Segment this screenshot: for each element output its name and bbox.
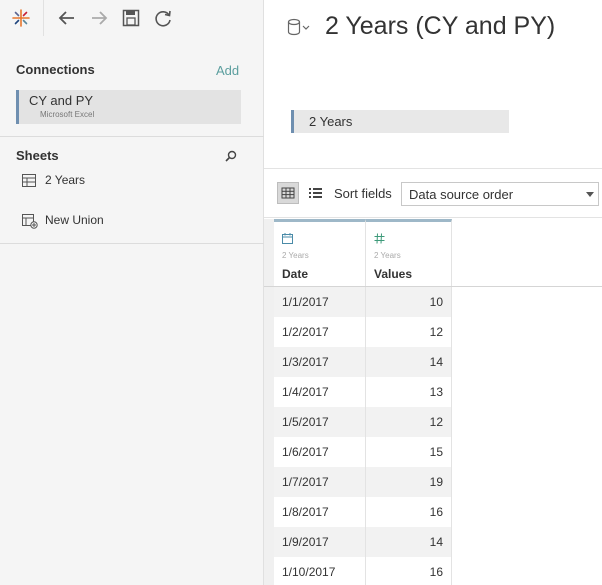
date-cell[interactable]: 1/7/2017 xyxy=(274,467,366,497)
forward-button[interactable] xyxy=(88,7,110,29)
table-row: 1/3/2017 14 xyxy=(264,347,602,377)
value-cell[interactable]: 16 xyxy=(366,557,452,585)
grid-view-icon xyxy=(281,187,295,199)
grid-toolbar: Sort fields Data source order xyxy=(264,168,602,218)
table-row: 1/6/2017 15 xyxy=(264,437,602,467)
date-cell[interactable]: 1/5/2017 xyxy=(274,407,366,437)
toolbar xyxy=(0,0,264,36)
sheets-heading: Sheets xyxy=(16,148,59,163)
date-cell[interactable]: 1/2/2017 xyxy=(274,317,366,347)
table-row: 1/7/2017 19 xyxy=(264,467,602,497)
divider xyxy=(0,136,264,137)
connection-name: CY and PY xyxy=(29,93,94,108)
value-cell[interactable]: 19 xyxy=(366,467,452,497)
column-name: Date xyxy=(282,267,309,281)
app-window: Connections Add CY and PY Microsoft Exce… xyxy=(0,0,602,585)
value-cell[interactable]: 15 xyxy=(366,437,452,467)
data-grid: 2 Years Date 2 Years Values 1/1/2017 10 … xyxy=(264,219,602,585)
connection-type: Microsoft Excel xyxy=(40,110,95,119)
sort-fields-select[interactable]: Data source order xyxy=(401,182,599,206)
calendar-icon xyxy=(282,233,293,244)
datasource-menu-button[interactable] xyxy=(287,18,311,43)
sort-fields-label: Sort fields xyxy=(334,186,392,201)
chevron-down-icon xyxy=(586,192,594,197)
table-row: 1/8/2017 16 xyxy=(264,497,602,527)
table-row: 1/10/2017 16 xyxy=(264,557,602,585)
value-cell[interactable]: 14 xyxy=(366,347,452,377)
arrow-left-icon xyxy=(58,11,74,25)
date-cell[interactable]: 1/6/2017 xyxy=(274,437,366,467)
value-cell[interactable]: 12 xyxy=(366,317,452,347)
tableau-logo-button[interactable] xyxy=(0,0,44,36)
number-icon xyxy=(374,233,385,244)
canvas-table[interactable]: 2 Years xyxy=(291,110,509,133)
table-row: 1/1/2017 10 xyxy=(264,287,602,317)
union-icon xyxy=(22,214,38,229)
search-sheets-button[interactable] xyxy=(224,149,238,168)
table-row: 1/4/2017 13 xyxy=(264,377,602,407)
connection-item[interactable]: CY and PY Microsoft Excel xyxy=(16,90,241,124)
grid-rows: 1/1/2017 10 1/2/2017 12 1/3/2017 14 1/4/… xyxy=(264,287,602,585)
sort-fields-value: Data source order xyxy=(409,187,514,202)
table-row: 1/2/2017 12 xyxy=(264,317,602,347)
save-icon xyxy=(122,9,140,27)
date-cell[interactable]: 1/4/2017 xyxy=(274,377,366,407)
value-cell[interactable]: 14 xyxy=(366,527,452,557)
column-name: Values xyxy=(374,267,413,281)
search-icon xyxy=(225,150,237,162)
table-row: 1/5/2017 12 xyxy=(264,407,602,437)
sheet-item-label: 2 Years xyxy=(45,173,86,187)
refresh-icon xyxy=(155,10,171,27)
connections-heading: Connections xyxy=(16,62,95,77)
date-cell[interactable]: 1/1/2017 xyxy=(274,287,366,317)
column-source: 2 Years xyxy=(374,251,401,260)
back-button[interactable] xyxy=(56,7,78,29)
value-cell[interactable]: 10 xyxy=(366,287,452,317)
value-cell[interactable]: 12 xyxy=(366,407,452,437)
add-connection-link[interactable]: Add xyxy=(216,63,239,78)
list-view-icon xyxy=(309,188,322,198)
column-header-values[interactable]: 2 Years Values xyxy=(366,219,452,286)
column-source: 2 Years xyxy=(282,251,309,260)
grid-view-button[interactable] xyxy=(277,182,299,204)
table-icon xyxy=(22,174,36,187)
database-icon xyxy=(287,18,310,36)
tableau-logo-icon xyxy=(12,9,30,27)
save-button[interactable] xyxy=(120,7,142,29)
date-cell[interactable]: 1/8/2017 xyxy=(274,497,366,527)
column-header-date[interactable]: 2 Years Date xyxy=(274,219,366,286)
value-cell[interactable]: 13 xyxy=(366,377,452,407)
canvas-table-label: 2 Years xyxy=(309,114,353,129)
list-view-button[interactable] xyxy=(304,182,326,204)
refresh-button[interactable] xyxy=(152,7,174,29)
value-cell[interactable]: 16 xyxy=(366,497,452,527)
datasource-title[interactable]: 2 Years (CY and PY) xyxy=(325,12,555,41)
date-cell[interactable]: 1/9/2017 xyxy=(274,527,366,557)
arrow-right-icon xyxy=(92,11,108,25)
table-row: 1/9/2017 14 xyxy=(264,527,602,557)
date-cell[interactable]: 1/10/2017 xyxy=(274,557,366,585)
left-panel: Connections Add CY and PY Microsoft Exce… xyxy=(0,0,264,585)
sheet-item-label: New Union xyxy=(45,213,104,227)
divider xyxy=(0,243,264,244)
date-cell[interactable]: 1/3/2017 xyxy=(274,347,366,377)
